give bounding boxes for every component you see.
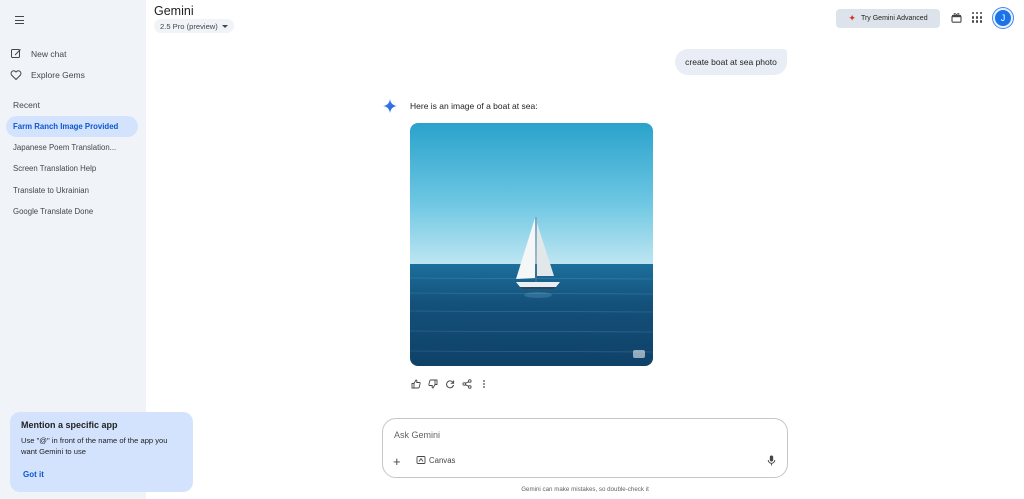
canvas-button[interactable]: Canvas (416, 455, 455, 465)
thumbs-up-icon[interactable] (410, 378, 421, 389)
recent-item-label: Translate to Ukrainian (13, 186, 89, 195)
new-chat-label: New chat (31, 49, 67, 59)
recent-item-farm-ranch[interactable]: Farm Ranch Image Provided (6, 116, 138, 137)
recent-item-label: Screen Translation Help (13, 164, 97, 173)
got-it-button[interactable]: Got it (23, 470, 44, 479)
user-message: create boat at sea photo (675, 49, 787, 75)
chevron-down-icon (221, 24, 228, 28)
recent-item-label: Farm Ranch Image Provided (13, 122, 119, 131)
model-selector[interactable]: 2.5 Pro (preview) (154, 19, 234, 33)
disclaimer-text: Gemini can make mistakes, so double-chec… (521, 486, 649, 493)
edit-icon (11, 49, 21, 58)
model-label: 2.5 Pro (preview) (160, 21, 218, 31)
user-message-text: create boat at sea photo (685, 57, 777, 67)
mention-app-tip-card: Mention a specific app Use "@" in front … (10, 412, 193, 492)
share-icon[interactable] (461, 378, 472, 389)
recent-heading: Recent (13, 100, 40, 110)
regenerate-icon[interactable] (444, 378, 455, 389)
sparkle-icon: ✦ (848, 13, 856, 23)
more-options-icon[interactable] (478, 378, 489, 389)
recent-item-translate-ukrainian[interactable]: Translate to Ukrainian (6, 180, 138, 201)
explore-gems-button[interactable]: Explore Gems (10, 65, 85, 85)
reply-text: Here is an image of a boat at sea: (410, 101, 538, 111)
tip-title: Mention a specific app (21, 420, 118, 430)
apps-grid-icon[interactable] (972, 12, 983, 23)
app-title: Gemini (154, 4, 194, 18)
recent-item-google-translate[interactable]: Google Translate Done (6, 201, 138, 222)
new-chat-button[interactable]: New chat (10, 44, 66, 64)
thumbs-down-icon[interactable] (427, 378, 438, 389)
prompt-input-box: Ask Gemini + Canvas (382, 418, 788, 478)
try-advanced-button[interactable]: ✦ Try Gemini Advanced (836, 9, 940, 28)
explore-gems-label: Explore Gems (31, 70, 85, 80)
canvas-icon (416, 456, 426, 464)
prompt-input[interactable]: Ask Gemini (394, 430, 440, 440)
main-menu-icon[interactable] (11, 12, 29, 28)
gift-icon[interactable] (951, 12, 962, 23)
generated-boat-image[interactable] (410, 123, 653, 366)
microphone-icon[interactable] (767, 455, 776, 466)
recent-item-label: Google Translate Done (13, 207, 94, 216)
gemini-sparkle-icon (383, 99, 397, 113)
canvas-label: Canvas (429, 455, 456, 465)
advanced-label: Try Gemini Advanced (860, 15, 928, 22)
recent-item-japanese-poem[interactable]: Japanese Poem Translation... (6, 137, 138, 158)
tip-text: Use "@" in front of the name of the app … (21, 436, 168, 456)
response-actions (410, 378, 489, 389)
gem-heart-icon (10, 70, 22, 81)
add-icon[interactable]: + (393, 455, 401, 468)
avatar[interactable]: J (993, 8, 1013, 28)
recent-item-screen-translation[interactable]: Screen Translation Help (6, 158, 138, 179)
recent-item-label: Japanese Poem Translation... (13, 143, 117, 152)
